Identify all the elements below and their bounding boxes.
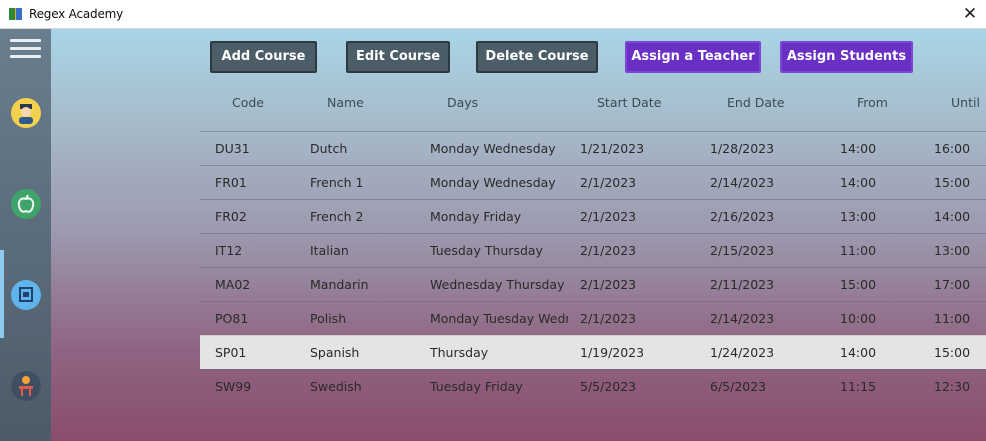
cell-end-date: 1/24/2023 xyxy=(710,345,775,360)
delete-course-button[interactable]: Delete Course xyxy=(476,41,598,73)
cell-days: Wednesday Thursday xyxy=(430,277,565,292)
sidebar-item-teachers[interactable] xyxy=(0,84,51,144)
sidebar-item-courses[interactable] xyxy=(0,175,51,235)
table-header: Code Name Days Start Date End Date From … xyxy=(51,95,986,115)
cell-name: French 2 xyxy=(310,209,364,224)
cell-days: Tuesday Friday xyxy=(430,379,523,394)
cell-name: Italian xyxy=(310,243,349,258)
cell-from: 14:00 xyxy=(840,175,877,190)
table-row[interactable]: SW99 Swedish Tuesday Friday 5/5/2023 6/5/202… xyxy=(200,369,986,403)
cell-days: Monday Wednesday xyxy=(430,141,556,156)
cell-from: 15:00 xyxy=(840,277,877,292)
cell-code: IT12 xyxy=(215,243,243,258)
cell-until: 13:00 xyxy=(934,243,971,258)
cell-start-date: 2/1/2023 xyxy=(580,243,637,258)
cell-days: Thursday xyxy=(430,345,489,360)
cell-start-date: 5/5/2023 xyxy=(580,379,637,394)
cell-until: 16:00 xyxy=(934,141,971,156)
hamburger-menu-icon[interactable] xyxy=(10,39,42,61)
picture-frame-icon xyxy=(11,280,41,310)
cell-from: 11:15 xyxy=(840,379,877,394)
teacher-avatar-icon xyxy=(11,98,41,128)
edit-course-button[interactable]: Edit Course xyxy=(346,41,450,73)
cell-end-date: 2/16/2023 xyxy=(710,209,775,224)
student-desk-icon xyxy=(11,371,41,401)
cell-start-date: 2/1/2023 xyxy=(580,311,637,326)
cell-until: 11:00 xyxy=(934,311,971,326)
cell-until: 14:00 xyxy=(934,209,971,224)
column-header-until[interactable]: Until xyxy=(951,95,980,110)
cell-code: DU31 xyxy=(215,141,250,156)
cell-from: 14:00 xyxy=(840,345,877,360)
cell-from: 11:00 xyxy=(840,243,877,258)
column-header-name[interactable]: Name xyxy=(327,95,364,110)
cell-code: PO81 xyxy=(215,311,249,326)
cell-from: 10:00 xyxy=(840,311,877,326)
sidebar-item-students[interactable] xyxy=(0,357,51,417)
cell-days: Monday Friday xyxy=(430,209,522,224)
cell-until: 15:00 xyxy=(934,345,971,360)
cell-end-date: 6/5/2023 xyxy=(710,379,767,394)
cell-start-date: 2/1/2023 xyxy=(580,277,637,292)
cell-name: Polish xyxy=(310,311,347,326)
table-bottom-divider xyxy=(200,403,986,404)
cell-code: MA02 xyxy=(215,277,251,292)
cell-name: Swedish xyxy=(310,379,362,394)
cell-start-date: 1/19/2023 xyxy=(580,345,645,360)
cell-until: 15:00 xyxy=(934,175,971,190)
apple-icon xyxy=(11,189,41,219)
assign-students-button[interactable]: Assign Students xyxy=(780,41,913,73)
column-header-end-date[interactable]: End Date xyxy=(727,95,785,110)
column-header-from[interactable]: From xyxy=(857,95,888,110)
cell-code: SW99 xyxy=(215,379,252,394)
cell-days: Monday Tuesday Wedne xyxy=(430,311,568,326)
cell-name: Mandarin xyxy=(310,277,369,292)
cell-end-date: 2/11/2023 xyxy=(710,277,775,292)
close-button[interactable]: ✕ xyxy=(958,2,982,26)
cell-days: Tuesday Thursday xyxy=(430,243,543,258)
cell-until: 17:00 xyxy=(934,277,971,292)
cell-days: Monday Wednesday xyxy=(430,175,556,190)
table-row[interactable]: PO81 Polish Monday Tuesday Wedne 2/1/2023 2/… xyxy=(200,301,986,335)
sidebar-item-classes[interactable] xyxy=(0,266,51,326)
column-header-start-date[interactable]: Start Date xyxy=(597,95,661,110)
main-panel: Add Course Edit Course Delete Course Ass… xyxy=(51,29,986,441)
cell-code: FR01 xyxy=(215,175,247,190)
title-bar: Regex Academy ✕ xyxy=(0,0,986,29)
cell-start-date: 2/1/2023 xyxy=(580,175,637,190)
cell-start-date: 1/21/2023 xyxy=(580,141,645,156)
book-app-icon xyxy=(9,8,22,20)
sidebar xyxy=(0,29,51,441)
table-row[interactable]: SP01 Spanish Thursday 1/19/2023 1/24/2023 14:… xyxy=(200,335,986,369)
cell-from: 13:00 xyxy=(840,209,877,224)
add-course-button[interactable]: Add Course xyxy=(210,41,317,73)
cell-name: French 1 xyxy=(310,175,364,190)
cell-end-date: 2/15/2023 xyxy=(710,243,775,258)
column-header-days[interactable]: Days xyxy=(447,95,478,110)
cell-start-date: 2/1/2023 xyxy=(580,209,637,224)
table-row[interactable]: MA02 Mandarin Wednesday Thursday 2/1/2023 2/… xyxy=(200,267,986,301)
cell-code: SP01 xyxy=(215,345,247,360)
cell-end-date: 1/28/2023 xyxy=(710,141,775,156)
cell-name: Dutch xyxy=(310,141,348,156)
assign-teacher-button[interactable]: Assign a Teacher xyxy=(625,41,761,73)
table-row[interactable]: IT12 Italian Tuesday Thursday 2/1/2023 2/15/… xyxy=(200,233,986,267)
table-row[interactable]: DU31 Dutch Monday Wednesday 1/21/2023 1/28/2… xyxy=(200,131,986,165)
cell-from: 14:00 xyxy=(840,141,877,156)
cell-code: FR02 xyxy=(215,209,247,224)
table-row[interactable]: FR02 French 2 Monday Friday 2/1/2023 2/16/20… xyxy=(200,199,986,233)
table-row[interactable]: FR01 French 1 Monday Wednesday 2/1/2023 2/14… xyxy=(200,165,986,199)
cell-name: Spanish xyxy=(310,345,360,360)
window-title: Regex Academy xyxy=(29,7,124,21)
cell-end-date: 2/14/2023 xyxy=(710,175,775,190)
cell-end-date: 2/14/2023 xyxy=(710,311,775,326)
column-header-code[interactable]: Code xyxy=(232,95,264,110)
cell-until: 12:30 xyxy=(934,379,971,394)
